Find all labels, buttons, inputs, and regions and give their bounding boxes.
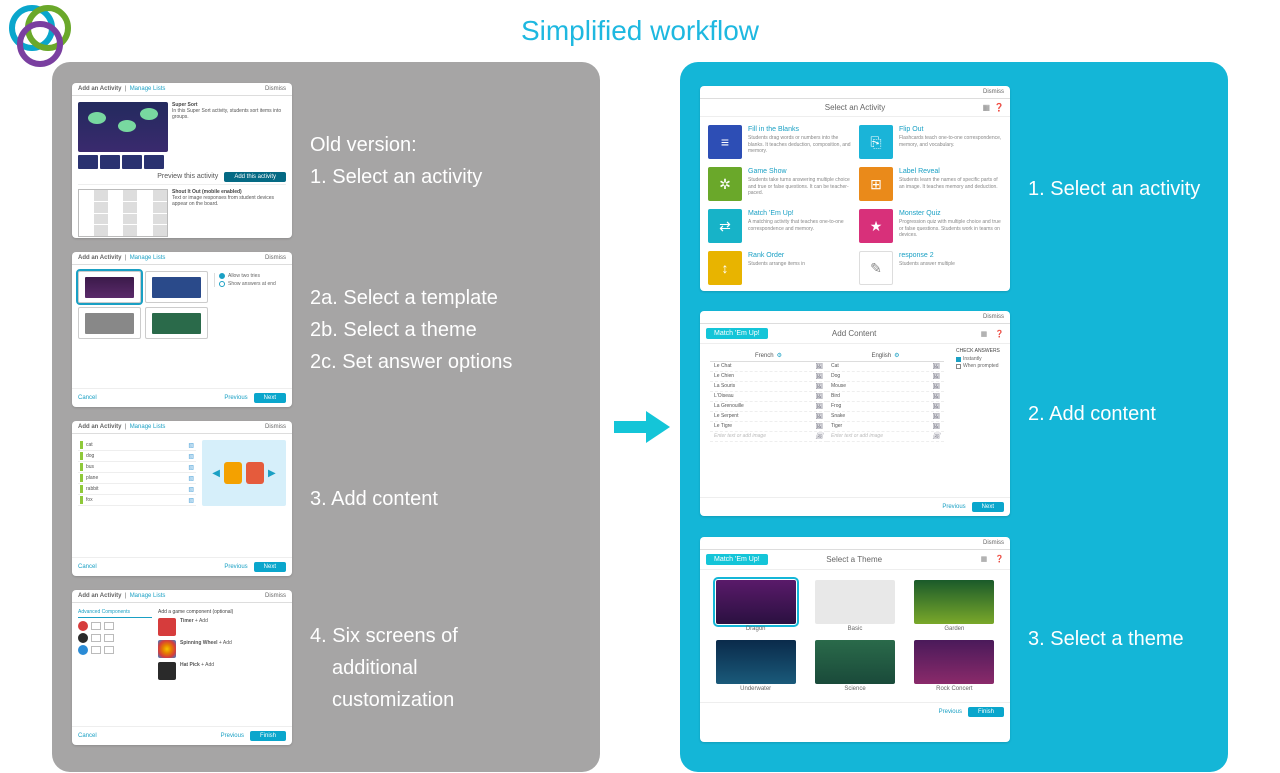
new-version-panel: Dismiss Select an Activity ▦❓ ≡Fill in t…	[680, 62, 1228, 772]
new-screenshot-3: Dismiss Match 'Em Up! Select a Theme ▦ ❓…	[700, 537, 1010, 742]
new-step-1-text: 1. Select an activity	[1028, 173, 1200, 205]
help-icon: ❓	[995, 555, 1004, 563]
grid-icon: ▦	[982, 103, 990, 112]
help-icon: ❓	[995, 330, 1004, 338]
new-screenshot-1: Dismiss Select an Activity ▦❓ ≡Fill in t…	[700, 86, 1010, 291]
old-step-3-text: 3. Add content	[310, 483, 438, 515]
new-step-2-text: 2. Add content	[1028, 398, 1156, 430]
old-step-2-text: 2a. Select a template 2b. Select a theme…	[310, 282, 512, 378]
old-screenshot-4: Add an Activity | Manage Lists Dismiss A…	[72, 590, 292, 745]
old-step-1-text: Old version: 1. Select an activity	[310, 129, 482, 193]
page-title: Simplified workflow	[0, 0, 1280, 62]
grid-icon: ▦	[981, 555, 988, 563]
new-step-3-text: 3. Select a theme	[1028, 623, 1184, 655]
grid-icon: ▦	[981, 330, 988, 338]
old-screenshot-2: Add an Activity | Manage Lists Dismiss	[72, 252, 292, 407]
old-version-panel: Add an Activity | Manage Lists Dismiss S…	[52, 62, 600, 772]
old-screenshot-3: Add an Activity | Manage Lists Dismiss c…	[72, 421, 292, 576]
new-screenshot-2: Dismiss Match 'Em Up! Add Content ▦ ❓ Fr…	[700, 311, 1010, 516]
old-screenshot-1: Add an Activity | Manage Lists Dismiss S…	[72, 83, 292, 238]
help-icon: ❓	[994, 103, 1004, 112]
old-step-4-text: 4. Six screens of additional customizati…	[310, 620, 458, 716]
arrow-icon	[612, 407, 672, 447]
